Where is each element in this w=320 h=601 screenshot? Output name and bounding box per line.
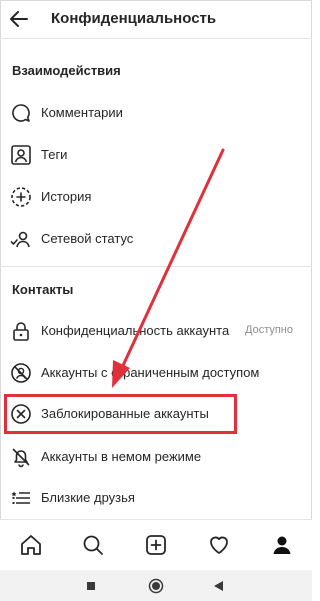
home-circle-icon[interactable] (148, 578, 164, 594)
profile-icon[interactable] (270, 533, 294, 557)
recents-square-icon[interactable] (83, 578, 99, 594)
system-navigation-bar (0, 570, 312, 601)
search-icon[interactable] (81, 533, 105, 557)
bottom-tab-bar (0, 519, 312, 570)
annotation-arrow (112, 148, 225, 388)
heart-icon[interactable] (207, 533, 231, 557)
add-post-icon[interactable] (144, 533, 168, 557)
home-icon[interactable] (19, 533, 43, 557)
back-triangle-icon[interactable] (211, 578, 227, 594)
